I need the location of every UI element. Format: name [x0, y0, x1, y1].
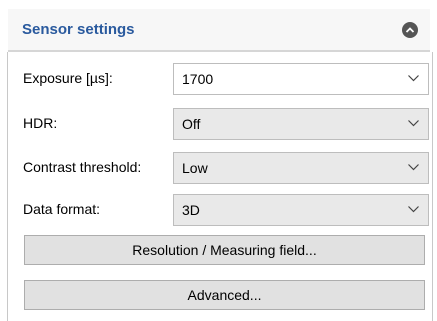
chevron-down-icon	[408, 164, 419, 171]
data-format-value: 3D	[182, 202, 200, 218]
hdr-label: HDR:	[23, 115, 58, 131]
advanced-button[interactable]: Advanced...	[24, 280, 425, 310]
panel-border-left	[7, 52, 8, 321]
exposure-row: Exposure [µs]: 1700	[20, 63, 432, 95]
hdr-value: Off	[182, 116, 201, 132]
data-format-dropdown[interactable]: 3D	[173, 194, 429, 226]
sensor-settings-panel: Sensor settings Exposure [µs]: 1700 HDR:…	[0, 0, 437, 321]
panel-header: Sensor settings	[8, 9, 430, 52]
resolution-measuring-field-button[interactable]: Resolution / Measuring field...	[24, 235, 425, 265]
chevron-down-icon	[408, 75, 419, 82]
panel-title: Sensor settings	[22, 21, 135, 38]
chevron-down-icon	[408, 120, 419, 127]
collapse-button[interactable]	[402, 22, 418, 38]
contrast-threshold-dropdown[interactable]: Low	[173, 152, 429, 184]
contrast-threshold-label: Contrast threshold:	[23, 159, 142, 175]
exposure-dropdown[interactable]: 1700	[173, 63, 429, 95]
chevron-down-icon	[408, 206, 419, 213]
hdr-row: HDR: Off	[20, 108, 432, 140]
exposure-value: 1700	[182, 71, 214, 87]
chevron-up-icon	[405, 27, 415, 33]
data-format-row: Data format: 3D	[20, 194, 432, 226]
data-format-label: Data format:	[23, 201, 101, 217]
panel-border-right	[432, 52, 433, 321]
exposure-label: Exposure [µs]:	[23, 70, 113, 86]
contrast-threshold-value: Low	[182, 160, 208, 176]
contrast-threshold-row: Contrast threshold: Low	[20, 152, 432, 184]
hdr-dropdown[interactable]: Off	[173, 108, 429, 140]
